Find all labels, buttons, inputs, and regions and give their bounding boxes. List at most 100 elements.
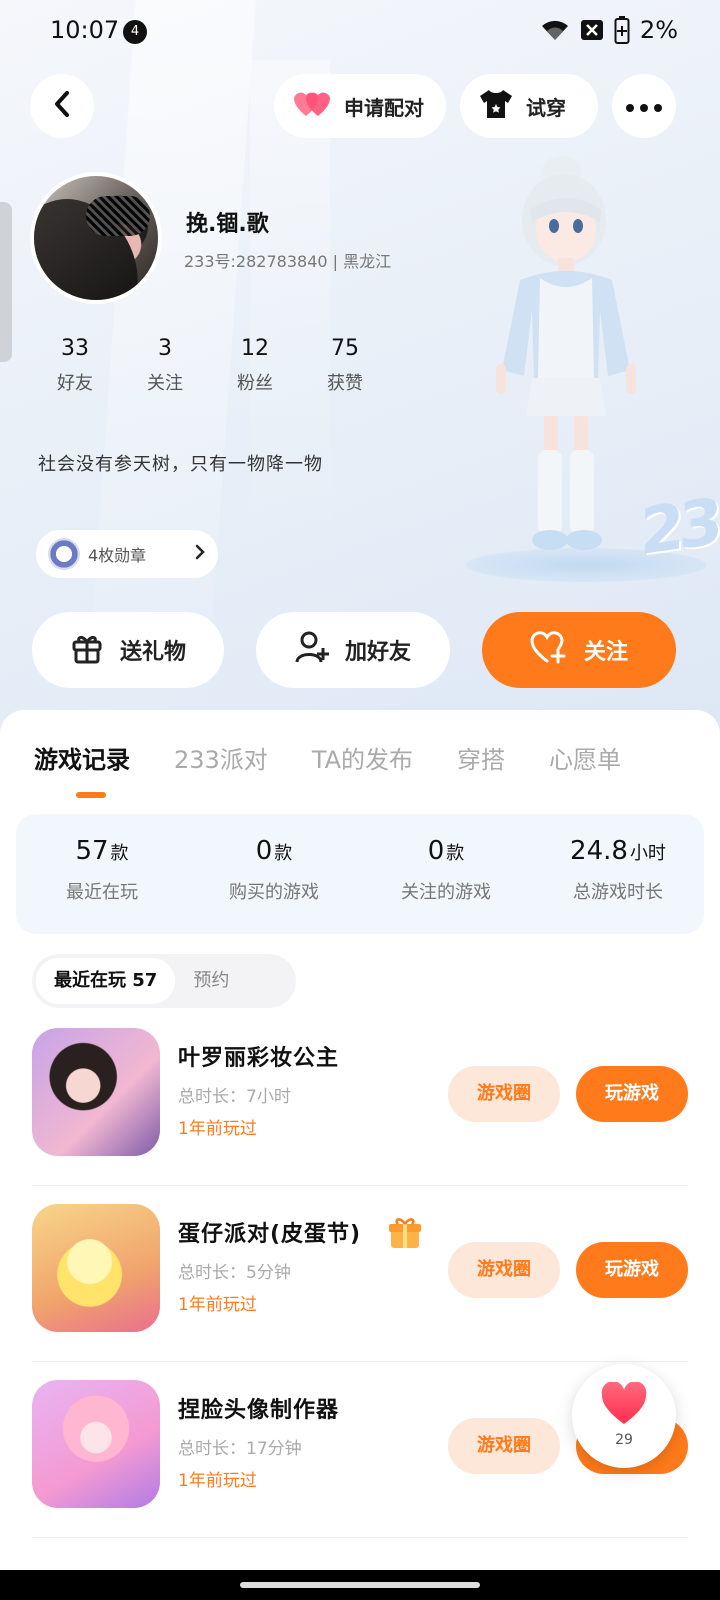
game-title: 叶罗丽彩妆公主 — [178, 1046, 340, 1071]
chevron-left-icon — [52, 90, 72, 122]
game-title: 捏脸头像制作器 — [178, 1398, 340, 1423]
game-stat-label: 关注的游戏 — [401, 882, 491, 903]
stat-label: 粉丝 — [237, 373, 273, 394]
tab-game-records[interactable]: 游戏记录 — [34, 740, 130, 775]
game-stat-label: 总游戏时长 — [573, 882, 663, 903]
add-user-icon — [295, 630, 329, 670]
game-title: 蛋仔派对(皮蛋节) — [178, 1222, 362, 1247]
game-last-played: 1年前玩过 — [178, 1471, 257, 1491]
avatar[interactable] — [30, 172, 162, 304]
profile-tabs: 游戏记录 233派对 TA的发布 穿搭 心愿单 — [34, 740, 621, 775]
chevron-right-icon — [194, 543, 206, 565]
badges-label: 4枚勋章 — [88, 546, 147, 565]
gift-box-icon — [388, 1216, 422, 1254]
tab-outfits[interactable]: 穿搭 — [457, 740, 505, 775]
follow-label: 关注 — [583, 640, 628, 665]
send-gift-label: 送礼物 — [119, 640, 186, 665]
game-stat-value: 0 — [427, 836, 445, 866]
match-request-label: 申请配对 — [344, 95, 424, 120]
heart-icon — [600, 1381, 648, 1430]
game-duration: 总时长：17分钟 — [178, 1439, 302, 1459]
home-indicator[interactable] — [240, 1582, 480, 1588]
more-dots-icon — [626, 97, 662, 116]
match-request-button[interactable]: 申请配对 — [274, 74, 446, 138]
medal-icon — [48, 538, 80, 570]
game-circle-button[interactable]: 游戏圈 — [448, 1418, 560, 1474]
game-stat-playtime[interactable]: 24.8 小时 总游戏时长 — [532, 814, 704, 934]
game-stat-label: 购买的游戏 — [229, 882, 319, 903]
game-circle-button[interactable]: 游戏圈 — [448, 1066, 560, 1122]
stat-value: 75 — [331, 336, 359, 361]
profile-stats: 33 好友 3 关注 12 粉丝 75 获赞 — [30, 336, 390, 395]
game-stat-label: 最近在玩 — [66, 882, 138, 903]
send-gift-button[interactable]: 送礼物 — [32, 612, 224, 688]
game-icon[interactable] — [32, 1028, 160, 1156]
more-options-button[interactable] — [612, 74, 676, 138]
game-stat-value: 0 — [255, 836, 273, 866]
list-item[interactable]: 叶罗丽彩妆公主 总时长：7小时 1年前玩过 游戏圈 玩游戏 — [32, 1010, 688, 1186]
notification-count-badge: 4 — [123, 20, 147, 44]
nickname: 挽.锢.歌 — [186, 212, 269, 237]
try-on-button[interactable]: 试穿 — [460, 74, 598, 138]
game-stat-value: 24.8 — [570, 836, 628, 866]
game-last-played: 1年前玩过 — [178, 1119, 257, 1139]
stat-label: 获赞 — [327, 373, 363, 394]
try-on-label: 试穿 — [526, 95, 566, 120]
game-icon[interactable] — [32, 1204, 160, 1332]
stat-label: 关注 — [147, 373, 183, 394]
heart-plus-icon — [530, 630, 568, 670]
sub-tab-reserve[interactable]: 预约 — [175, 958, 247, 1004]
status-bar: 10:07 4 2% — [0, 0, 720, 64]
game-icon[interactable] — [32, 1380, 160, 1508]
stat-friends[interactable]: 33 好友 — [30, 336, 120, 395]
tab-wishlist[interactable]: 心愿单 — [549, 740, 621, 775]
stat-likes[interactable]: 75 获赞 — [300, 336, 390, 395]
stat-value: 12 — [241, 336, 269, 361]
game-stat-recent[interactable]: 57 款 最近在玩 — [16, 814, 188, 934]
avatar-3d-figure[interactable] — [480, 150, 680, 570]
side-drawer-handle[interactable] — [0, 202, 12, 362]
game-duration: 总时长：5分钟 — [178, 1263, 291, 1283]
stat-value: 3 — [158, 336, 172, 361]
gift-icon — [70, 630, 104, 670]
tab-233-party[interactable]: 233派对 — [174, 740, 268, 775]
game-stat-value: 57 — [75, 836, 109, 866]
game-duration: 总时长：7小时 — [178, 1087, 291, 1107]
stat-label: 好友 — [57, 373, 93, 394]
game-stats-box: 57 款 最近在玩 0款 购买的游戏 0款 关注的游戏 24.8 小时 总游戏时长 — [16, 814, 704, 934]
bio-text: 社会没有参天树，只有一物降一物 — [38, 454, 323, 475]
user-id-location: 233号:282783840 | 黑龙江 — [184, 252, 392, 271]
active-tab-indicator — [76, 792, 106, 798]
stat-following[interactable]: 3 关注 — [120, 336, 210, 395]
battery-percent: 2% — [639, 16, 678, 44]
like-count: 29 — [615, 1432, 633, 1448]
no-sim-icon — [580, 19, 604, 41]
game-stat-unit: 款 — [446, 843, 465, 864]
double-heart-icon — [292, 88, 332, 125]
status-icons: 2% — [540, 16, 678, 44]
back-button[interactable] — [30, 74, 94, 138]
play-game-button[interactable]: 玩游戏 — [576, 1066, 688, 1122]
add-friend-label: 加好友 — [344, 640, 411, 665]
game-stat-unit: 款 — [274, 843, 293, 864]
badges-button[interactable]: 4枚勋章 — [36, 530, 218, 578]
floating-like-button[interactable]: 29 — [572, 1364, 676, 1468]
follow-button[interactable]: 关注 — [482, 612, 676, 688]
game-circle-button[interactable]: 游戏圈 — [448, 1242, 560, 1298]
game-stat-followed[interactable]: 0款 关注的游戏 — [360, 814, 532, 934]
game-sub-tabs: 最近在玩 57 预约 — [32, 954, 296, 1008]
game-stat-unit: 小时 — [629, 843, 666, 864]
list-item[interactable]: 蛋仔派对(皮蛋节) 总时长：5分钟 1年前玩过 游戏圈 玩游戏 — [32, 1186, 688, 1362]
play-game-button[interactable]: 玩游戏 — [576, 1242, 688, 1298]
tab-posts[interactable]: TA的发布 — [312, 740, 413, 775]
battery-icon — [614, 16, 630, 44]
stat-fans[interactable]: 12 粉丝 — [210, 336, 300, 395]
wifi-icon — [540, 18, 570, 42]
game-last-played: 1年前玩过 — [178, 1295, 257, 1315]
game-stat-purchased[interactable]: 0款 购买的游戏 — [188, 814, 360, 934]
game-stat-unit: 款 — [110, 843, 129, 864]
status-time: 10:07 — [50, 16, 120, 44]
tshirt-icon — [478, 88, 514, 125]
add-friend-button[interactable]: 加好友 — [256, 612, 450, 688]
sub-tab-recent[interactable]: 最近在玩 57 — [36, 958, 176, 1004]
